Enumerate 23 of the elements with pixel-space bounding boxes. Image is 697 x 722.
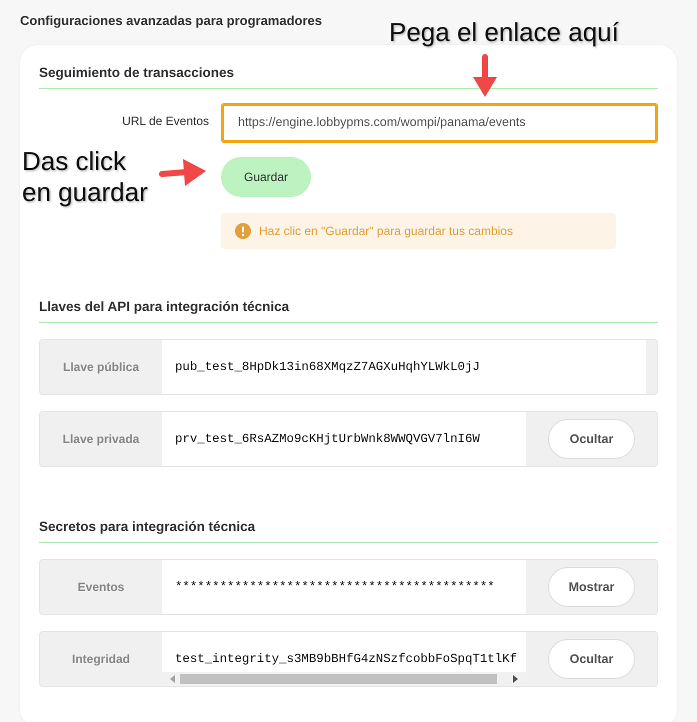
- key-label: Eventos: [76, 579, 126, 596]
- section-heading: Secretos para integración técnica: [39, 517, 658, 544]
- url-input-field[interactable]: https://engine.lobbypms.com/wompi/panama/events: [221, 102, 658, 143]
- key-label: Llave privada: [62, 431, 140, 448]
- annotation-text: Das click en guardar: [22, 146, 149, 208]
- toggle-button[interactable]: Ocultar: [548, 639, 635, 680]
- key-value: pub_test_8HpDk13in68XMqzZ7AGXuHqhYLWkL0jJ: [175, 358, 481, 376]
- page-title: Configuraciones avanzadas para programadores: [20, 12, 323, 30]
- annotation-text: Pega el enlace aquí: [389, 17, 619, 48]
- field-label: URL de Eventos: [121, 112, 210, 130]
- arrow-icon: [159, 157, 207, 187]
- key-value: prv_test_6RsAZMo9cKHjtUrbWnk8WWQVGV7lnI6W: [175, 430, 481, 448]
- key-value: test_integrity_s3MB9bBHfG4zNSzfcobbFoSpqT1tlKf: [175, 650, 518, 668]
- key-label: Llave pública: [62, 359, 140, 376]
- key-value: *******************************************: [175, 578, 496, 596]
- toggle-button[interactable]: Mostrar: [548, 567, 635, 608]
- warning-icon: [235, 222, 251, 239]
- key-label: Integridad: [70, 651, 131, 668]
- arrow-icon: [472, 54, 498, 98]
- save-button[interactable]: Guardar: [221, 156, 311, 197]
- section-heading: Llaves del API para integración técnica: [39, 296, 658, 323]
- toggle-button[interactable]: Ocultar: [548, 419, 635, 459]
- alert-text: Haz clic en "Guardar" para guardar tus cambios: [259, 222, 513, 240]
